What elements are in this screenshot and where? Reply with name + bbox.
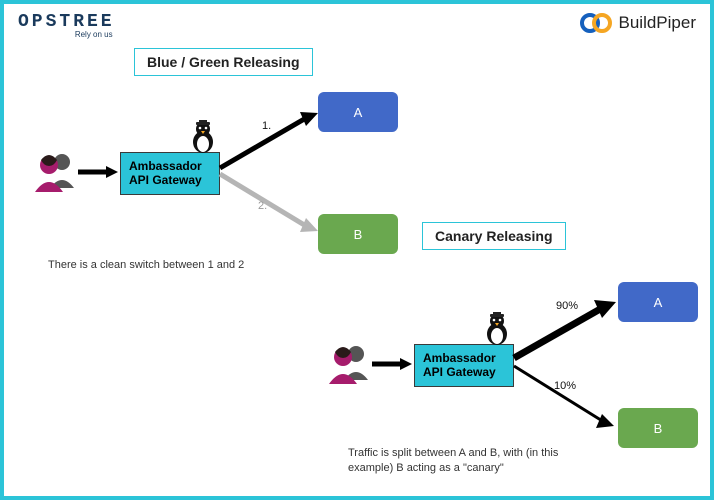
canary-box-b: B: [618, 408, 698, 448]
penguin-icon: [188, 120, 218, 159]
header: OPSTREE Rely on us BuildPiper: [4, 4, 710, 43]
opstree-logo: OPSTREE Rely on us: [18, 12, 115, 39]
bluegreen-title: Blue / Green Releasing: [134, 48, 313, 76]
arrow-users-to-gateway-canary: [372, 358, 412, 370]
canary-title: Canary Releasing: [422, 222, 566, 250]
canary-caption: Traffic is split between A and B, with (…: [348, 446, 588, 476]
bluegreen-caption: There is a clean switch between 1 and 2: [48, 258, 308, 273]
opstree-tagline: Rely on us: [75, 30, 113, 39]
bluegreen-box-b: B: [318, 214, 398, 254]
arrow-users-to-gateway-bg: [78, 166, 118, 178]
label-path-1: 1.: [262, 120, 271, 132]
users-icon: [32, 148, 78, 199]
buildpiper-logo: BuildPiper: [579, 12, 697, 34]
diagram-stage: Blue / Green Releasing Ambassador API Ga…: [8, 48, 706, 492]
buildpiper-logo-icon: [579, 12, 613, 34]
label-pct-10: 10%: [554, 380, 576, 392]
users-icon: [326, 340, 372, 391]
label-path-2: 2.: [258, 200, 267, 212]
canary-box-a: A: [618, 282, 698, 322]
bluegreen-box-a: A: [318, 92, 398, 132]
label-pct-90: 90%: [556, 300, 578, 312]
buildpiper-name: BuildPiper: [619, 13, 697, 33]
arrow-gateway-to-b-bg: [220, 170, 320, 240]
arrow-gateway-to-b-canary: [514, 362, 618, 436]
opstree-name: OPSTREE: [18, 12, 115, 32]
penguin-icon: [482, 312, 512, 351]
arrow-gateway-to-a-bg: [220, 108, 320, 178]
